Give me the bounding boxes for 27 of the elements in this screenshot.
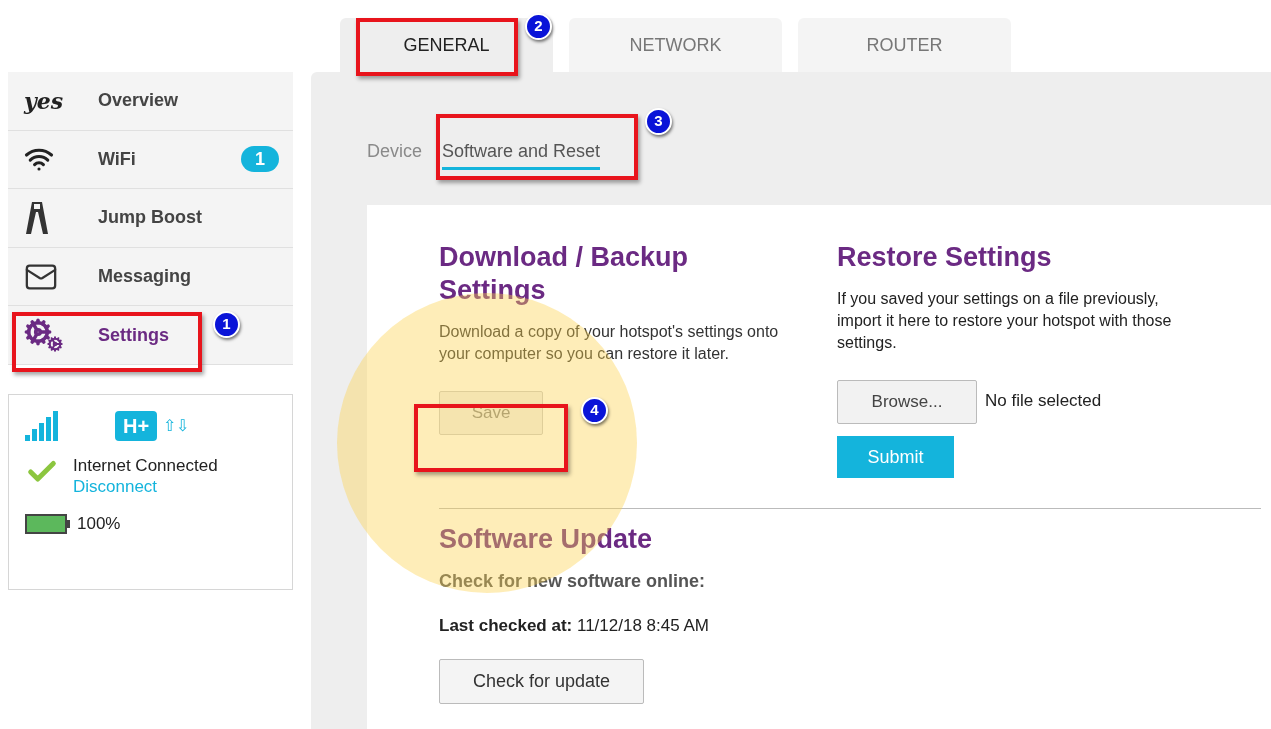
subtab[interactable]: Software and Reset — [442, 138, 601, 170]
nav-item[interactable]: Messaging — [8, 247, 293, 307]
antenna-icon — [24, 200, 50, 236]
nav-item[interactable]: Jump Boost — [8, 189, 293, 248]
traffic-arrows: ⇧⇩ — [163, 415, 190, 436]
network-type-badge: H+ — [115, 410, 158, 441]
browse-button[interactable]: Browse... — [837, 380, 977, 424]
description: If you saved your settings on a file previously, import it here to restore your hotspot with those settings. — [837, 289, 1173, 353]
tab[interactable]: NETWORK — [569, 18, 782, 72]
nav-item[interactable]: yes Overview — [8, 72, 293, 131]
battery-reading: 100% — [77, 512, 121, 535]
check-update-button[interactable]: Check for update — [439, 658, 644, 704]
section-title: Restore Settings — [837, 241, 1053, 274]
section-title: Software Update — [439, 523, 654, 556]
file-status: No file selected — [985, 390, 1102, 412]
connection-status: Internet Connected — [73, 454, 218, 476]
signal-icon — [25, 410, 59, 441]
tab[interactable]: ROUTER — [798, 18, 1011, 72]
gears-icon — [24, 318, 64, 353]
nav-item[interactable]: WiFi 1 — [8, 130, 293, 190]
description: Download a copy of your hotspot's settings onto your computer so you can restore it later. — [439, 322, 780, 364]
last-checked: Last checked at: 11/12/18 8:45 AM — [439, 615, 710, 637]
brand-logo: yes — [24, 89, 64, 112]
count-badge: 1 — [241, 146, 279, 173]
section-title: Download / Backup Settings — [439, 241, 690, 307]
subtitle: Check for new software online: — [439, 570, 707, 593]
battery-icon — [25, 512, 71, 535]
